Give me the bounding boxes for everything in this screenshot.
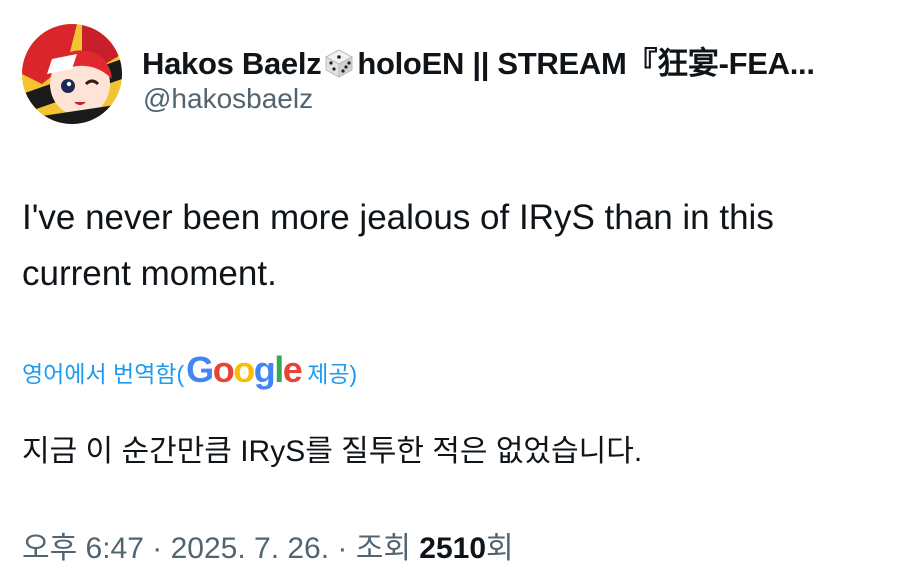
display-name-part-2: holoEN || STREAM『狂宴-FEA...	[357, 46, 815, 81]
avatar-icon	[22, 24, 122, 124]
translation-label-start: 영어에서 번역함(	[22, 361, 185, 387]
translated-text: 지금 이 순간만큼 IRyS를 질투한 적은 없었습니다.	[22, 435, 643, 468]
author-display-name[interactable]: Hakos Baelz holoEN || STREAM『狂宴-FEA...	[142, 38, 815, 83]
dice-icon	[325, 49, 354, 78]
meta-separator: ·	[143, 532, 171, 565]
views-suffix: 회	[486, 532, 514, 565]
google-logo: Google	[186, 349, 303, 390]
views-count[interactable]: 2510	[419, 532, 486, 565]
translation-attribution[interactable]: 영어에서 번역함( Google 제공)	[22, 349, 358, 390]
tweet-time[interactable]: 오후 6:47	[22, 532, 144, 565]
display-name-part-1: Hakos Baelz	[142, 46, 322, 81]
tweet-metadata: 오후 6:47 · 2025. 7. 26. · 조회 2510회	[22, 523, 514, 567]
tweet-date[interactable]: 2025. 7. 26.	[171, 532, 329, 565]
avatar[interactable]	[22, 24, 122, 124]
author-handle[interactable]: @hakosbaelz	[143, 83, 313, 115]
meta-separator: ·	[329, 532, 356, 565]
translation-label-end: 제공)	[307, 361, 358, 387]
views-label: 조회	[355, 532, 420, 565]
tweet-text: I've never been more jealous of IRyS tha…	[22, 198, 774, 293]
